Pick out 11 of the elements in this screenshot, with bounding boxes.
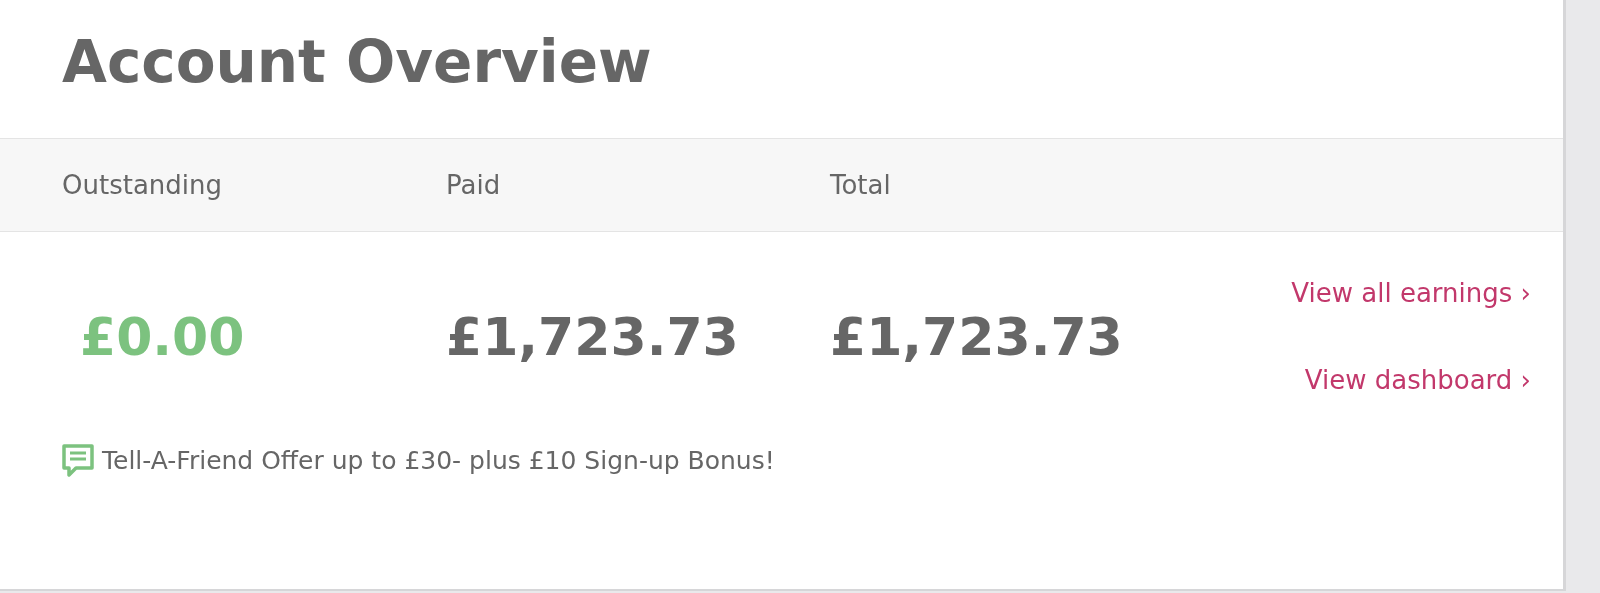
amount-value: £1,723.73 — [830, 307, 1123, 367]
column-label: Total — [830, 169, 891, 200]
amount-value: £0.00 — [80, 307, 245, 367]
comment-icon — [62, 443, 94, 478]
page-title: Account Overview — [62, 28, 652, 96]
offer-text: Tell-A-Friend Offer up to £30- plus £10 Sign-up Bonus! — [102, 445, 775, 477]
column-label: Outstanding — [62, 169, 222, 200]
amount-value: £1,723.73 — [446, 307, 739, 367]
column-label: Paid — [446, 169, 501, 200]
view-link[interactable]: View dashboard › — [1304, 361, 1531, 400]
view-link[interactable]: View all earnings › — [1291, 274, 1531, 313]
